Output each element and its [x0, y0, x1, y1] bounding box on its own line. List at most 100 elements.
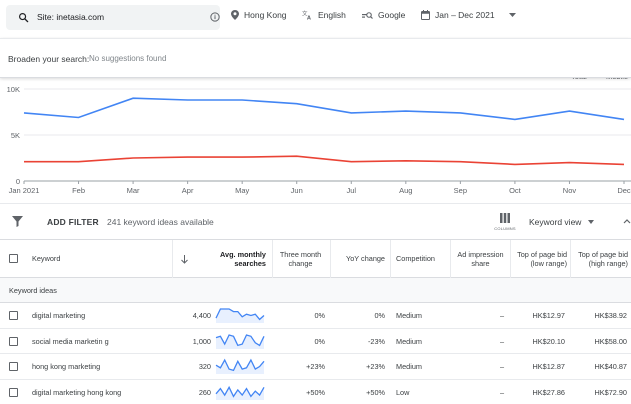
x-tick-label: Apr: [182, 186, 194, 195]
broaden-label: Broaden your search:: [8, 54, 90, 64]
filter-icon[interactable]: [12, 216, 23, 227]
row-checkbox[interactable]: [9, 311, 18, 320]
date-range-label: Jan – Dec 2021: [435, 10, 495, 20]
search-volume-chart: 10K 5K 0 Jan 2021 Feb Mar Apr May Jun Jul Aug Sep Oc…: [0, 78, 631, 199]
avg-monthly-cell: 260: [198, 387, 211, 397]
columns-caption: COLUMNS: [494, 226, 516, 231]
series-line-total: [23, 97, 625, 121]
network-label: Google: [378, 10, 406, 20]
competition-cell: Low: [396, 387, 410, 397]
x-tick-label: May: [235, 186, 249, 195]
info-icon[interactable]: [210, 12, 220, 22]
trend-sparkline: [215, 333, 265, 349]
yoy-cell: 0%: [374, 311, 385, 320]
chart-svg: 10K 5K 0Jan 2021 Feb Mar Apr May Jun Jul Aug Sep Oc…: [7, 78, 631, 195]
x-tick-label: Feb: [72, 186, 85, 195]
trend-sparkline: [215, 385, 265, 400]
three-month-cell: +50%: [306, 387, 325, 397]
x-tick-label: Jan 2021: [9, 186, 40, 195]
table-row[interactable]: hong kong marketing 320 +23% +23% Medium – HK$…: [0, 354, 631, 380]
trend-sparkline: [215, 308, 265, 323]
keyword-cell: hong kong marketing: [32, 362, 101, 371]
trend-sparkline: [215, 358, 265, 374]
bid-low-cell: HK$12.87: [532, 362, 565, 371]
x-tick-label: Dec: [617, 186, 631, 195]
y-tick-label: 5K: [11, 131, 20, 140]
bid-high-cell: HK$58.00: [594, 336, 627, 346]
search-field[interactable]: Site: inetasia.com: [6, 5, 220, 30]
translate-icon: 文A: [302, 10, 311, 21]
bid-high-cell: HK$72.90: [594, 387, 627, 397]
location-label: Hong Kong: [244, 10, 287, 20]
svg-text:A: A: [307, 16, 311, 21]
legend-label: Mobile: [606, 78, 628, 81]
row-checkbox[interactable]: [9, 336, 18, 346]
keyword-cell: digital marketing: [32, 311, 86, 320]
keyword-view-dropdown[interactable]: Keyword view: [529, 217, 595, 227]
ad-share-cell: –: [499, 336, 504, 346]
x-tick-label: Sep: [454, 186, 467, 195]
language-label: English: [318, 10, 346, 20]
keyword-ideas-section: Keyword ideas: [0, 278, 631, 303]
ad-share-header[interactable]: Ad impression share: [453, 240, 508, 278]
bid-high-cell: HK$40.87: [594, 362, 627, 371]
x-tick-label: Aug: [399, 186, 412, 195]
location-filter[interactable]: Hong Kong: [231, 10, 287, 20]
keyword-header[interactable]: Keyword: [32, 240, 162, 278]
table-row[interactable]: social media marketin g 1,000 0% -23% Medium…: [0, 328, 631, 354]
competition-header[interactable]: Competition: [396, 240, 451, 278]
bid-high-cell: HK$38.92: [594, 311, 627, 320]
search-text: Site: inetasia.com: [37, 12, 105, 22]
table-header: Keyword Avg. monthly searches Three mont…: [0, 240, 631, 278]
dropdown-caret-icon: [588, 220, 595, 224]
expand-icon[interactable]: [623, 216, 631, 226]
language-filter[interactable]: 文A English: [302, 10, 346, 20]
ad-share-cell: –: [499, 362, 504, 371]
keyword-cell: social media marketin g: [32, 336, 109, 346]
yoy-cell: +50%: [366, 387, 385, 397]
table-row[interactable]: digital marketing hong kong 260 +50% +50% Lo…: [0, 379, 631, 404]
bid-low-header[interactable]: Top of page bid (low range): [512, 240, 567, 278]
three-month-cell: 0%: [314, 311, 325, 320]
x-tick-label: Oct: [509, 186, 522, 195]
x-tick-label: Jun: [291, 186, 303, 195]
three-month-cell: 0%: [314, 336, 325, 346]
search-icon: [19, 13, 29, 23]
legend-label: Total: [571, 78, 587, 81]
date-range-filter[interactable]: Jan – Dec 2021: [421, 10, 521, 20]
broaden-search-bar: Broaden your search: No suggestions foun…: [0, 38, 631, 78]
sort-arrow-down-icon[interactable]: [181, 255, 188, 264]
table-toolbar: ADD FILTER 241 keyword ideas available C…: [0, 203, 631, 240]
columns-button[interactable]: COLUMNS: [493, 213, 517, 231]
columns-icon: [500, 213, 510, 223]
keyword-view-label: Keyword view: [529, 217, 582, 227]
table-row[interactable]: digital marketing 4,400 0% 0% Medium – HK$12.9…: [0, 303, 631, 329]
avg-monthly-header[interactable]: Avg. monthly searches: [204, 240, 266, 278]
bid-high-header[interactable]: Top of page bid (high range): [573, 240, 628, 278]
row-checkbox[interactable]: [9, 362, 18, 371]
section-label: Keyword ideas: [9, 286, 57, 295]
three-month-cell: +23%: [306, 362, 325, 371]
select-all-checkbox[interactable]: [9, 254, 18, 263]
competition-cell: Medium: [396, 362, 422, 371]
y-tick-label: 10K: [7, 85, 20, 94]
broaden-value: No suggestions found: [89, 54, 167, 63]
three-month-header[interactable]: Three month change: [273, 240, 328, 278]
add-filter-button[interactable]: ADD FILTER: [47, 217, 99, 227]
competition-cell: Medium: [396, 311, 422, 320]
yoy-header[interactable]: YoY change: [333, 240, 385, 278]
keyword-cell: digital marketing hong kong: [32, 387, 122, 397]
row-checkbox[interactable]: [9, 387, 18, 397]
network-filter[interactable]: Google: [362, 10, 405, 20]
calendar-icon: [421, 10, 430, 20]
location-pin-icon: [231, 10, 239, 20]
yoy-cell: -23%: [367, 336, 385, 346]
x-tick-label: Jul: [346, 186, 356, 195]
bid-low-cell: HK$27.86: [532, 387, 565, 397]
x-tick-label: Nov: [563, 186, 577, 195]
bid-low-cell: HK$20.10: [532, 336, 565, 346]
top-bar: Site: inetasia.com Hong Kong 文A English …: [0, 0, 631, 38]
chevron-down-icon: [508, 13, 516, 17]
yoy-cell: +23%: [366, 362, 385, 371]
y-tick-label: 0: [16, 177, 20, 186]
